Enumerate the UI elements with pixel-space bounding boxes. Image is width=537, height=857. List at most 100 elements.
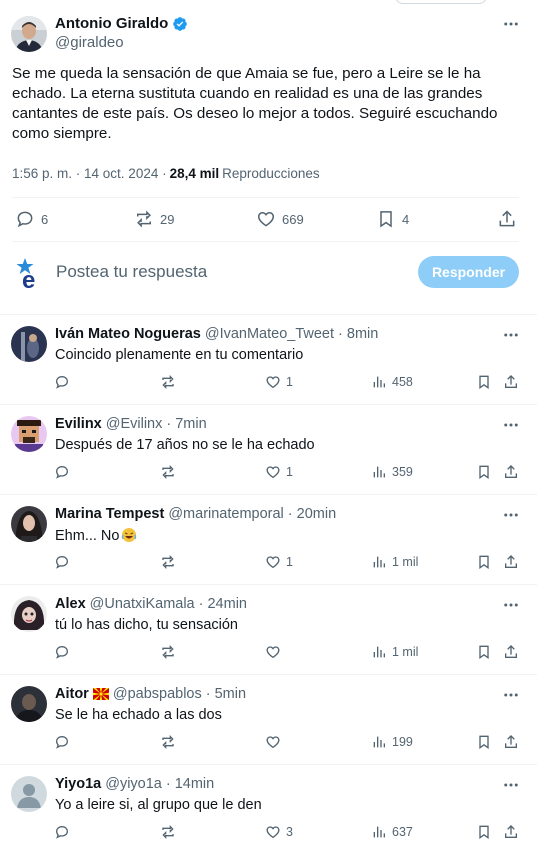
reply-share-button[interactable] xyxy=(503,554,524,570)
more-options-icon[interactable] xyxy=(502,686,520,704)
reply-time[interactable]: · 20min xyxy=(288,506,336,522)
reply-item[interactable]: Iván Mateo Nogueras @IvanMateo_Tweet · 8… xyxy=(0,315,537,405)
reply-avatar[interactable] xyxy=(11,506,47,542)
reply-time[interactable]: · 24min xyxy=(199,596,247,612)
retweet-button[interactable]: 29 xyxy=(134,209,174,229)
like-button[interactable]: 669 xyxy=(256,209,304,229)
reply-bookmark-button[interactable] xyxy=(476,644,497,660)
share-icon xyxy=(505,825,517,838)
reply-time[interactable]: · 7min xyxy=(166,416,206,432)
reply-views-button[interactable]: 1 mil xyxy=(371,554,418,570)
author-avatar[interactable] xyxy=(11,15,47,52)
author-name-row[interactable]: Antonio Giraldo xyxy=(55,15,188,33)
reply-comment-button[interactable] xyxy=(54,644,75,660)
bookmark-button[interactable]: 4 xyxy=(376,209,409,229)
top-button-fragment[interactable] xyxy=(395,0,487,4)
reply-item[interactable]: Yiyo1a @yiyo1a · 14min Yo a leire si, al… xyxy=(0,765,537,855)
reply-time[interactable]: · 14min xyxy=(166,776,214,792)
reply-retweet-button[interactable] xyxy=(160,644,181,660)
reply-avatar[interactable] xyxy=(11,686,47,722)
reply-time[interactable]: · 5min xyxy=(206,686,246,702)
reply-like-button[interactable]: 1 xyxy=(265,464,293,480)
author-handle[interactable]: @giraldeo xyxy=(55,33,188,52)
reply-bookmark-button[interactable] xyxy=(476,554,497,570)
retweet-count: 29 xyxy=(160,211,175,227)
reply-header: Iván Mateo Nogueras @IvanMateo_Tweet · 8… xyxy=(55,326,378,342)
reply-text: Ehm... No xyxy=(55,527,137,544)
reply-like-button[interactable]: 1 xyxy=(265,554,293,570)
reply-share-button[interactable] xyxy=(503,464,524,480)
more-options-icon[interactable] xyxy=(502,15,520,33)
reply-author-name[interactable]: Yiyo1a xyxy=(55,776,101,792)
reply-bookmark-button[interactable] xyxy=(476,464,497,480)
reply-comment-button[interactable] xyxy=(54,824,75,840)
reply-bookmark-button[interactable] xyxy=(476,824,497,840)
bookmark-icon xyxy=(479,735,489,749)
reply-retweet-button[interactable] xyxy=(160,464,181,480)
reply-input[interactable]: Postea tu respuesta xyxy=(56,262,207,282)
reply-share-button[interactable] xyxy=(503,374,524,390)
reply-author-handle[interactable]: @UnatxiKamala xyxy=(90,596,195,612)
reply-author-handle[interactable]: @Evilinx xyxy=(106,416,163,432)
heart-icon xyxy=(266,646,280,659)
reply-retweet-button[interactable] xyxy=(160,824,181,840)
reply-comment-button[interactable] xyxy=(54,374,75,390)
reply-views-button[interactable]: 458 xyxy=(371,374,413,390)
reply-comment-button[interactable] xyxy=(54,554,75,570)
more-options-icon[interactable] xyxy=(502,416,520,434)
reply-like-button[interactable]: 3 xyxy=(265,824,293,840)
reply-retweet-button[interactable] xyxy=(160,374,181,390)
reply-avatar[interactable] xyxy=(11,776,47,812)
reply-icon xyxy=(55,825,69,839)
author-name[interactable]: Antonio Giraldo xyxy=(55,15,168,33)
reply-item[interactable]: Alex @UnatxiKamala · 24min tú lo has dic… xyxy=(0,585,537,675)
reply-like-button[interactable]: 1 xyxy=(265,374,293,390)
reply-bookmark-button[interactable] xyxy=(476,734,497,750)
share-icon xyxy=(505,645,517,658)
reply-item[interactable]: Marina Tempest @marinatemporal · 20min E… xyxy=(0,495,537,585)
reply-avatar[interactable] xyxy=(11,596,47,632)
more-options-icon[interactable] xyxy=(502,596,520,614)
reply-author-name[interactable]: Iván Mateo Nogueras xyxy=(55,326,201,342)
reply-item[interactable]: Evilinx @Evilinx · 7min Después de 17 añ… xyxy=(0,405,537,495)
reply-author-name[interactable]: Evilinx xyxy=(55,416,102,432)
reply-author-name[interactable]: Marina Tempest xyxy=(55,506,164,522)
reply-views-button[interactable]: 637 xyxy=(371,824,413,840)
reply-share-button[interactable] xyxy=(503,734,524,750)
reply-author-handle[interactable]: @pabspablos xyxy=(113,686,202,702)
tweet-author[interactable]: Antonio Giraldo @giraldeo xyxy=(11,15,188,52)
reply-author-handle[interactable]: @marinatemporal xyxy=(168,506,283,522)
tweet-actions: 6 29 669 4 xyxy=(0,198,537,240)
more-options-icon[interactable] xyxy=(502,326,520,344)
reply-retweet-button[interactable] xyxy=(160,554,181,570)
more-options-icon[interactable] xyxy=(502,776,520,794)
reply-share-button[interactable] xyxy=(503,644,524,660)
reply-bookmark-button[interactable] xyxy=(476,374,497,390)
views-chart-icon xyxy=(373,736,385,748)
reply-author-handle[interactable]: @IvanMateo_Tweet xyxy=(205,326,334,342)
reply-submit-button[interactable]: Responder xyxy=(418,256,519,288)
reply-comment-button[interactable] xyxy=(54,464,75,480)
reply-like-button[interactable] xyxy=(265,644,286,660)
more-options-icon[interactable] xyxy=(502,506,520,524)
reply-share-button[interactable] xyxy=(503,824,524,840)
reply-views-button[interactable]: 199 xyxy=(371,734,413,750)
heart-icon xyxy=(266,556,280,569)
reply-item[interactable]: Aitor @pabspablos · 5min Se le ha echado… xyxy=(0,675,537,765)
tweet-timestamp[interactable]: 1:56 p. m. · 14 oct. 2024 · xyxy=(12,166,167,181)
reply-like-button[interactable] xyxy=(265,734,286,750)
reply-avatar[interactable] xyxy=(11,326,47,362)
reply-time[interactable]: · 8min xyxy=(338,326,378,342)
reply-author-name[interactable]: Alex xyxy=(55,596,86,612)
reply-views-button[interactable]: 1 mil xyxy=(371,644,418,660)
reply-avatar[interactable] xyxy=(11,416,47,452)
reply-comment-button[interactable] xyxy=(54,734,75,750)
reply-views-button[interactable]: 359 xyxy=(371,464,413,480)
share-button[interactable] xyxy=(497,209,523,229)
reply-button[interactable]: 6 xyxy=(15,209,48,229)
reply-author-name[interactable]: Aitor xyxy=(55,686,89,702)
share-icon xyxy=(505,735,517,748)
reply-retweet-button[interactable] xyxy=(160,734,181,750)
share-icon xyxy=(505,465,517,478)
reply-author-handle[interactable]: @yiyo1a xyxy=(105,776,162,792)
